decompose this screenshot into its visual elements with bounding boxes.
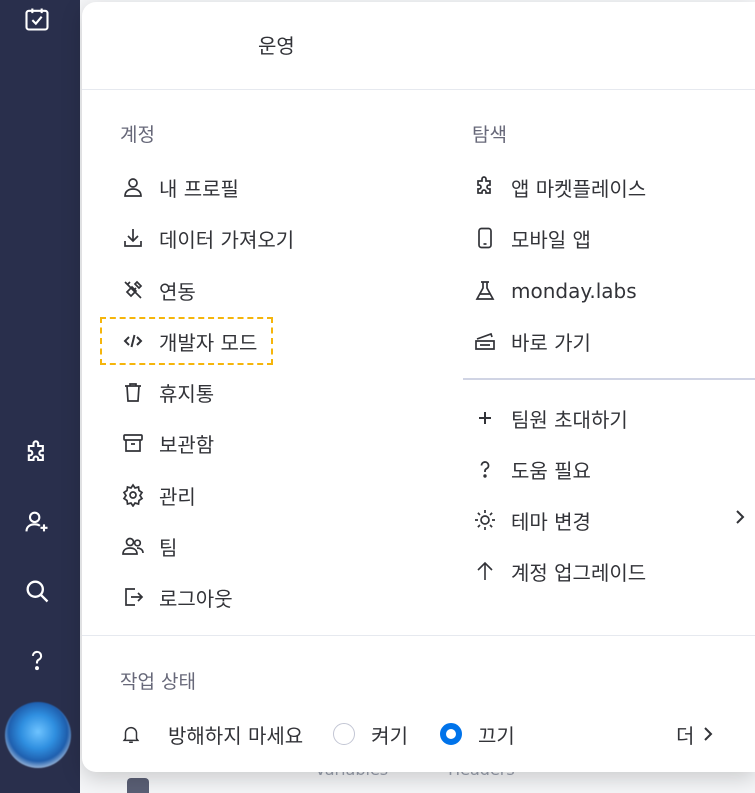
sun-icon bbox=[472, 507, 498, 533]
background-bottom-icon bbox=[127, 778, 149, 793]
archive-item[interactable]: 보관함 bbox=[120, 423, 214, 463]
developer-mode-label: 개발자 모드 bbox=[159, 330, 258, 355]
dnd-on-radio[interactable] bbox=[333, 723, 356, 745]
archive-label: 보관함 bbox=[159, 432, 215, 457]
get-help-label: 도움 필요 bbox=[511, 458, 591, 483]
get-help-item[interactable]: 도움 필요 bbox=[472, 449, 591, 489]
account-menu: 운영 계정 내 프로필 데이터 가져오기 연동 개발자 모드 휴지통 보관함 관… bbox=[82, 2, 755, 772]
trash-label: 휴지통 bbox=[159, 381, 215, 406]
change-theme-label: 테마 변경 bbox=[511, 509, 591, 534]
gear-icon bbox=[120, 482, 146, 508]
search-icon[interactable] bbox=[20, 574, 54, 608]
chevron-right-icon bbox=[704, 727, 713, 741]
mobile-icon bbox=[472, 225, 498, 251]
logout-icon bbox=[120, 584, 146, 610]
invite-members-label: 팀원 초대하기 bbox=[511, 407, 628, 432]
arrow-up-icon bbox=[472, 558, 498, 584]
my-profile-item[interactable]: 내 프로필 bbox=[120, 167, 239, 207]
teams-item[interactable]: 팀 bbox=[120, 526, 177, 566]
logout-label: 로그아웃 bbox=[159, 586, 233, 611]
footer-divider bbox=[82, 635, 755, 636]
more-label: 더 bbox=[676, 723, 695, 748]
dnd-off-radio[interactable] bbox=[439, 723, 462, 745]
my-profile-label: 내 프로필 bbox=[159, 176, 239, 201]
calendar-check-icon[interactable] bbox=[20, 2, 54, 36]
trash-item[interactable]: 휴지통 bbox=[120, 372, 214, 412]
shortcuts-label: 바로 가기 bbox=[511, 330, 591, 355]
puzzle-icon bbox=[472, 174, 498, 200]
change-theme-item[interactable]: 테마 변경 bbox=[472, 500, 591, 540]
do-not-disturb-row: 방해하지 마세요 켜기 끄기 bbox=[118, 714, 515, 754]
mobile-app-item[interactable]: 모바일 앱 bbox=[472, 218, 591, 258]
do-not-disturb-label: 방해하지 마세요 bbox=[168, 723, 304, 748]
puzzle-icon[interactable] bbox=[20, 436, 54, 470]
dnd-on-label[interactable]: 켜기 bbox=[371, 720, 408, 749]
plus-icon bbox=[472, 405, 498, 431]
admin-label: 관리 bbox=[159, 484, 196, 509]
download-icon bbox=[120, 225, 146, 251]
team-icon bbox=[120, 533, 146, 559]
archive-icon bbox=[120, 430, 146, 456]
flask-icon bbox=[472, 278, 498, 304]
org-name: 운영 bbox=[258, 34, 295, 58]
admin-item[interactable]: 관리 bbox=[120, 475, 196, 515]
invite-members-item[interactable]: 팀원 초대하기 bbox=[472, 398, 628, 438]
question-icon bbox=[472, 456, 498, 482]
app-marketplace-label: 앱 마켓플레이스 bbox=[511, 176, 647, 201]
monday-labs-item[interactable]: monday.labs bbox=[472, 271, 637, 311]
code-icon bbox=[120, 328, 146, 354]
more-link[interactable]: 더 bbox=[676, 714, 714, 754]
developer-mode-item[interactable]: 개발자 모드 bbox=[99, 317, 274, 365]
keyboard-icon bbox=[472, 328, 498, 354]
work-status-title: 작업 상태 bbox=[120, 671, 196, 693]
integrations-label: 연동 bbox=[159, 279, 196, 304]
upgrade-account-item[interactable]: 계정 업그레이드 bbox=[472, 551, 646, 591]
import-data-label: 데이터 가져오기 bbox=[159, 227, 295, 252]
upgrade-account-label: 계정 업그레이드 bbox=[511, 560, 647, 585]
help-icon[interactable] bbox=[20, 643, 54, 677]
logout-item[interactable]: 로그아웃 bbox=[120, 577, 233, 617]
add-user-icon[interactable] bbox=[20, 505, 54, 539]
shortcuts-item[interactable]: 바로 가기 bbox=[472, 321, 591, 361]
integrations-item[interactable]: 연동 bbox=[120, 270, 196, 310]
avatar[interactable] bbox=[5, 702, 71, 768]
dnd-off-label[interactable]: 끄기 bbox=[478, 720, 515, 749]
monday-labs-label: monday.labs bbox=[511, 279, 637, 303]
app-marketplace-item[interactable]: 앱 마켓플레이스 bbox=[472, 167, 646, 207]
left-sidebar bbox=[0, 0, 80, 793]
trash-icon bbox=[120, 379, 146, 405]
account-section-title: 계정 bbox=[120, 124, 155, 146]
mobile-app-label: 모바일 앱 bbox=[511, 227, 591, 252]
bell-icon bbox=[118, 721, 144, 747]
menu-header: 운영 bbox=[82, 2, 755, 90]
user-icon bbox=[120, 174, 146, 200]
plug-icon bbox=[120, 277, 146, 303]
chevron-right-icon[interactable] bbox=[733, 507, 747, 531]
teams-label: 팀 bbox=[159, 535, 178, 560]
import-data-item[interactable]: 데이터 가져오기 bbox=[120, 218, 294, 258]
explore-divider bbox=[463, 378, 755, 380]
explore-section-title: 탐색 bbox=[472, 124, 507, 146]
